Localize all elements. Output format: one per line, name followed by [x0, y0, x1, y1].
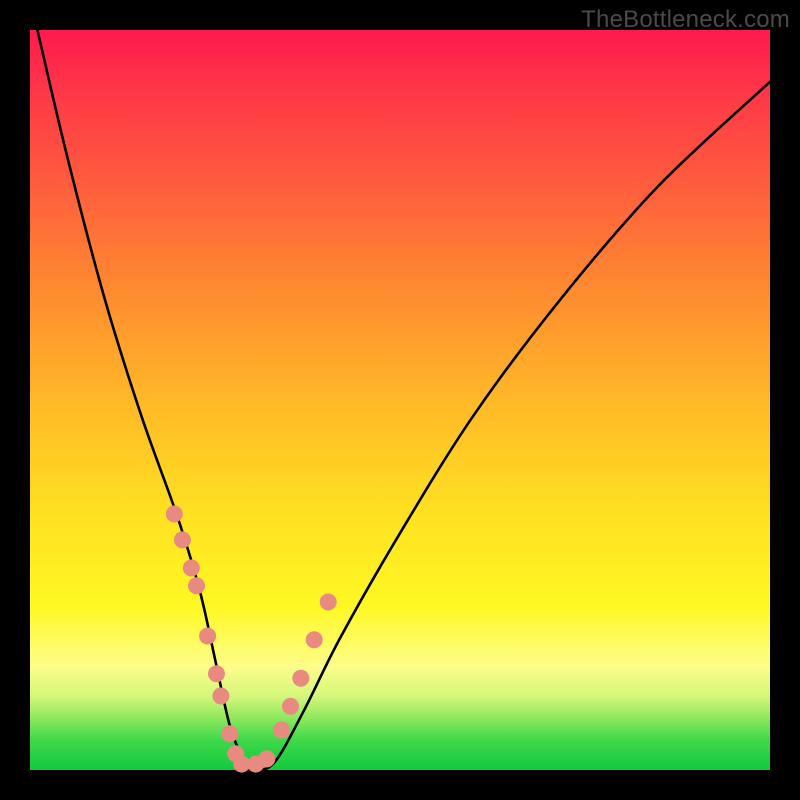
marker-point [188, 577, 205, 594]
marker-point [292, 670, 309, 687]
marker-point [166, 505, 183, 522]
marker-point [282, 698, 299, 715]
plot-area [30, 30, 770, 770]
marker-point [258, 750, 275, 767]
marker-point [320, 594, 337, 611]
marker-point [174, 531, 191, 548]
chart-frame: TheBottleneck.com [0, 0, 800, 800]
marker-point [273, 722, 290, 739]
chart-svg [30, 30, 770, 770]
marker-point [306, 631, 323, 648]
marker-point [183, 559, 200, 576]
marker-point [208, 665, 225, 682]
bottleneck-curve [37, 30, 770, 770]
marker-point [212, 688, 229, 705]
highlighted-points [166, 505, 337, 772]
marker-point [199, 628, 216, 645]
marker-point [221, 725, 238, 742]
